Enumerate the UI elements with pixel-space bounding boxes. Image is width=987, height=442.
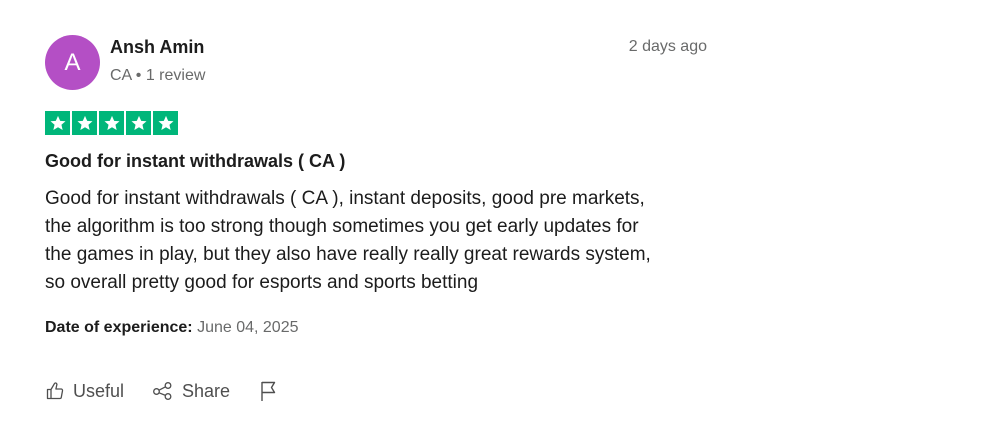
experience-date: June 04, 2025: [197, 319, 299, 336]
report-button[interactable]: [260, 380, 278, 402]
date-of-experience: Date of experience: June 04, 2025: [45, 319, 298, 337]
share-icon: [153, 382, 172, 400]
reviewer-name[interactable]: Ansh Amin: [110, 37, 204, 58]
review-body-line: the games in play, but they also have re…: [45, 244, 651, 265]
star-icon: [99, 111, 124, 135]
useful-label: Useful: [73, 380, 125, 401]
star-icon: [72, 111, 97, 135]
useful-button[interactable]: Useful: [45, 381, 124, 402]
star-icon: [126, 111, 151, 135]
review-body-line: Good for instant withdrawals ( CA ), ins…: [45, 188, 645, 209]
avatar[interactable]: A: [45, 35, 100, 90]
review-actions: Useful Share: [45, 378, 278, 404]
reviewer-meta: CA • 1 review: [110, 67, 206, 84]
star-icon: [45, 111, 70, 135]
share-button[interactable]: Share: [152, 381, 230, 402]
review-title[interactable]: Good for instant withdrawals ( CA ): [45, 151, 345, 172]
share-label: Share: [182, 380, 231, 401]
flag-icon: [261, 381, 276, 401]
review-card: A Ansh Amin CA • 1 review 2 days ago Goo…: [0, 0, 987, 442]
experience-label: Date of experience:: [45, 319, 193, 336]
review-body-line: the algorithm is too strong though somet…: [45, 216, 639, 237]
review-date: 2 days ago: [628, 38, 707, 55]
thumbs-up-icon: [46, 382, 64, 400]
review-body-line: so overall pretty good for esports and s…: [45, 272, 479, 293]
review-body: Good for instant withdrawals ( CA ), ins…: [45, 185, 725, 297]
star-rating: [45, 111, 178, 135]
star-icon: [153, 111, 178, 135]
